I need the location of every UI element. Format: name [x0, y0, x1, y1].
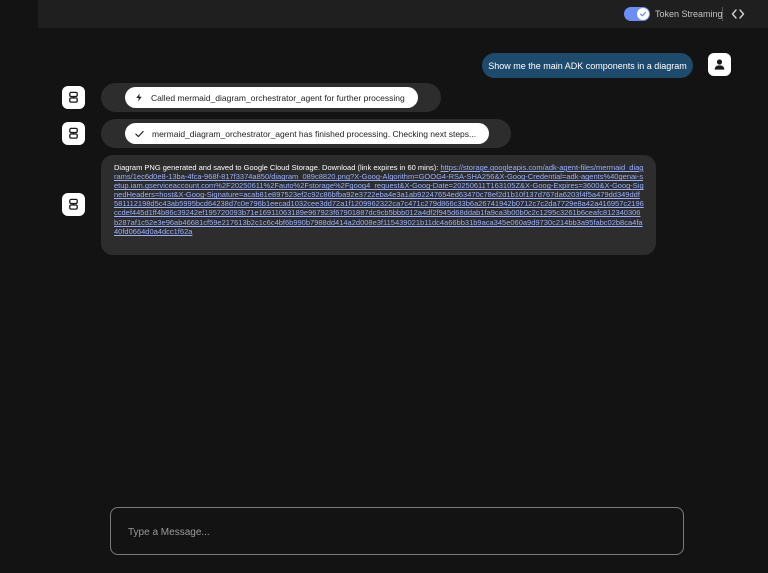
function-response-chip[interactable]: mermaid_diagram_orchestrator_agent has f… [125, 123, 490, 144]
user-message-bubble: Show me the main ADK components in a dia… [482, 53, 693, 78]
event-text: Called mermaid_diagram_orchestrator_agen… [151, 92, 405, 103]
bot-message-bubble: Diagram PNG generated and saved to Googl… [101, 155, 656, 255]
bot-avatar [62, 193, 85, 216]
message-input[interactable] [126, 508, 670, 556]
user-avatar [708, 53, 731, 76]
event-row: mermaid_diagram_orchestrator_agent has f… [101, 119, 511, 148]
top-bar: Token Streaming [38, 0, 768, 28]
token-streaming-label: Token Streaming [655, 9, 723, 19]
bolt-icon [136, 93, 142, 102]
message-composer [110, 507, 684, 556]
check-icon [639, 11, 647, 17]
bot-avatar [62, 122, 85, 145]
person-icon [714, 59, 725, 70]
bot-message-text: Diagram PNG generated and saved to Googl… [114, 163, 441, 172]
user-message-text: Show me the main ADK components in a dia… [488, 60, 687, 71]
robot-icon [69, 127, 78, 139]
toggle-knob [637, 8, 649, 20]
bot-avatar [62, 86, 85, 109]
robot-icon [69, 91, 78, 103]
divider [722, 7, 723, 21]
token-streaming-toggle[interactable] [624, 7, 650, 21]
function-call-chip[interactable]: Called mermaid_diagram_orchestrator_agen… [125, 87, 418, 108]
event-row: Called mermaid_diagram_orchestrator_agen… [101, 83, 441, 112]
robot-icon [69, 198, 78, 210]
download-link[interactable]: https://storage.googleapis.com/adk-agent… [114, 163, 644, 236]
event-text: mermaid_diagram_orchestrator_agent has f… [152, 128, 477, 139]
check-icon [135, 130, 144, 137]
code-icon[interactable] [731, 8, 745, 20]
